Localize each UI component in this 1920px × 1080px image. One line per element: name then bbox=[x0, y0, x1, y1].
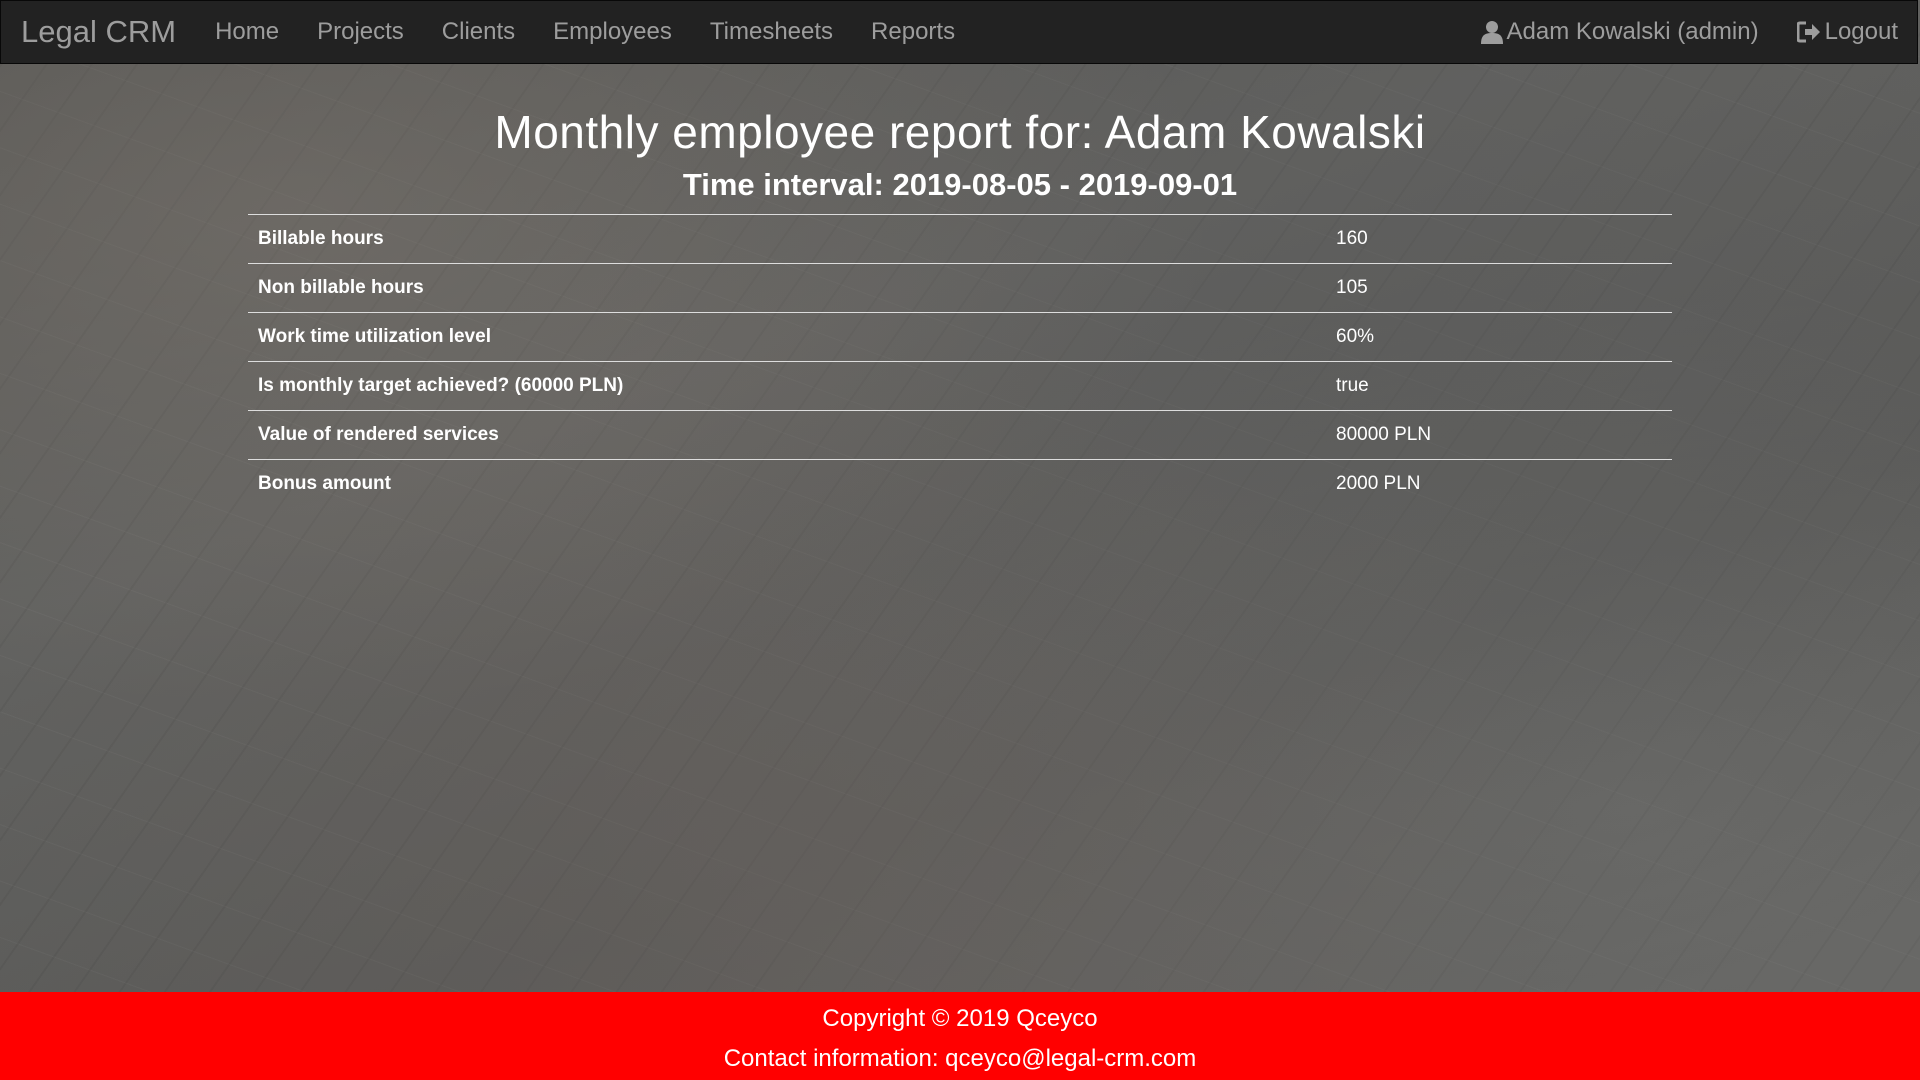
nav-clients[interactable]: Clients bbox=[423, 0, 534, 64]
logout-label: Logout bbox=[1824, 18, 1898, 45]
table-row: Is monthly target achieved? (60000 PLN) … bbox=[248, 361, 1672, 411]
table-row: Non billable hours 105 bbox=[248, 263, 1672, 313]
row-value: true bbox=[1326, 361, 1672, 411]
table-row: Value of rendered services 80000 PLN bbox=[248, 410, 1672, 460]
table-row: Billable hours 160 bbox=[248, 214, 1672, 264]
row-value: 60% bbox=[1326, 312, 1672, 362]
nav-timesheets[interactable]: Timesheets bbox=[691, 0, 852, 64]
row-label: Billable hours bbox=[248, 214, 1326, 264]
brand-link[interactable]: Legal CRM bbox=[1, 0, 196, 64]
row-value: 105 bbox=[1326, 263, 1672, 313]
row-value: 2000 PLN bbox=[1326, 459, 1672, 508]
row-label: Non billable hours bbox=[248, 263, 1326, 313]
user-profile-link[interactable]: Adam Kowalski (admin) bbox=[1462, 0, 1778, 64]
nav-employees[interactable]: Employees bbox=[534, 0, 691, 64]
logout-link[interactable]: Logout bbox=[1778, 0, 1917, 64]
table-row: Bonus amount 2000 PLN bbox=[248, 459, 1672, 508]
nav-projects[interactable]: Projects bbox=[298, 0, 423, 64]
report-table: Billable hours 160 Non billable hours 10… bbox=[248, 214, 1672, 508]
report-content: Monthly employee report for: Adam Kowals… bbox=[0, 64, 1920, 508]
logout-icon bbox=[1796, 21, 1820, 43]
user-icon bbox=[1480, 21, 1503, 44]
footer-contact: Contact information: qceyco@legal-crm.co… bbox=[723, 1045, 1197, 1072]
nav-links: Home Projects Clients Employees Timeshee… bbox=[196, 1, 974, 63]
nav-right: Adam Kowalski (admin) Logout bbox=[1462, 1, 1918, 63]
report-time-interval: Time interval: 2019-08-05 - 2019-09-01 bbox=[682, 167, 1238, 202]
nav-reports[interactable]: Reports bbox=[852, 0, 974, 64]
report-title: Monthly employee report for: Adam Kowals… bbox=[494, 106, 1426, 158]
table-row: Work time utilization level 60% bbox=[248, 312, 1672, 362]
row-label: Bonus amount bbox=[248, 459, 1326, 508]
footer-copyright: Copyright © 2019 Qceyco bbox=[822, 1005, 1098, 1032]
row-value: 160 bbox=[1326, 214, 1672, 264]
page-footer: Copyright © 2019 Qceyco Contact informat… bbox=[0, 992, 1920, 1080]
top-navbar: Legal CRM Home Projects Clients Employee… bbox=[0, 0, 1918, 64]
row-label: Work time utilization level bbox=[248, 312, 1326, 362]
nav-home[interactable]: Home bbox=[196, 0, 298, 64]
row-value: 80000 PLN bbox=[1326, 410, 1672, 460]
row-label: Is monthly target achieved? (60000 PLN) bbox=[248, 361, 1326, 411]
row-label: Value of rendered services bbox=[248, 410, 1326, 460]
user-name-label: Adam Kowalski (admin) bbox=[1506, 18, 1759, 45]
